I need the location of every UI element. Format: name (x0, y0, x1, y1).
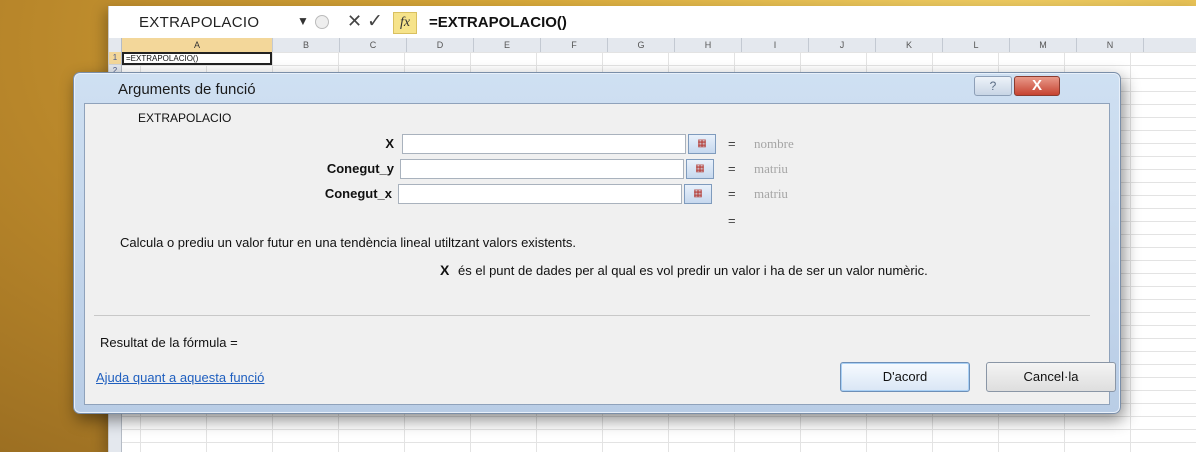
argument-input-known-x[interactable] (398, 184, 682, 204)
column-header[interactable]: E (474, 38, 541, 52)
formula-input[interactable]: =EXTRAPOLACIO() (429, 14, 567, 31)
column-header[interactable]: L (943, 38, 1010, 52)
argument-input-known-y[interactable] (400, 159, 684, 179)
column-headers: A B C D E F G H I J K L M N (109, 38, 1196, 53)
argument-description: és el punt de dades per al qual es vol p… (458, 263, 928, 278)
function-description: Calcula o prediu un valor futur en una t… (120, 235, 576, 250)
equals-sign: = (728, 161, 736, 176)
argument-hint: nombre (754, 136, 794, 151)
check-icon[interactable]: ✓ (367, 10, 383, 33)
dialog-title: Arguments de funció (118, 81, 256, 98)
select-all-corner[interactable] (109, 38, 122, 52)
function-name: EXTRAPOLACIO (138, 111, 232, 125)
divider (94, 315, 1090, 316)
column-header[interactable]: B (273, 38, 340, 52)
formula-result-label: Resultat de la fórmula = (100, 335, 238, 350)
column-header[interactable]: G (608, 38, 675, 52)
column-header[interactable]: I (742, 38, 809, 52)
close-button[interactable]: X (1014, 76, 1060, 96)
equals-sign: = (728, 186, 736, 201)
help-button[interactable]: ? (974, 76, 1012, 96)
column-header[interactable]: F (541, 38, 608, 52)
circle-icon (315, 15, 329, 29)
chevron-down-icon[interactable]: ▼ (297, 14, 309, 28)
result-equals-sign: = (728, 213, 736, 228)
collapse-dialog-icon[interactable]: ▦ (684, 184, 712, 204)
insert-function-button[interactable]: fx (393, 12, 417, 34)
cancel-button[interactable]: Cancel·la (986, 362, 1116, 392)
close-icon[interactable]: ✕ (347, 11, 362, 32)
argument-input-x[interactable] (402, 134, 686, 154)
column-header[interactable]: K (876, 38, 943, 52)
column-header[interactable]: J (809, 38, 876, 52)
collapse-dialog-icon[interactable]: ▦ (686, 159, 714, 179)
column-header[interactable]: D (407, 38, 474, 52)
equals-sign: = (728, 136, 736, 151)
row-header[interactable]: 1 (109, 52, 121, 65)
argument-label-known-x: Conegut_x (324, 186, 392, 201)
argument-label-known-y: Conegut_y (326, 161, 394, 176)
column-header[interactable]: H (675, 38, 742, 52)
argument-label-x: X (385, 136, 394, 151)
column-header[interactable]: M (1010, 38, 1077, 52)
function-arguments-dialog: Arguments de funció ? X EXTRAPOLACIO X ▦… (73, 72, 1121, 414)
column-header[interactable]: C (340, 38, 407, 52)
active-cell[interactable]: =EXTRAPOLACIO() (122, 52, 272, 65)
column-header[interactable]: N (1077, 38, 1144, 52)
ok-button[interactable]: D'acord (840, 362, 970, 392)
help-link[interactable]: Ajuda quant a aquesta funció (96, 370, 264, 385)
argument-description-label: X (440, 262, 450, 278)
argument-hint: matriu (754, 186, 788, 201)
formula-bar: EXTRAPOLACIO ▼ ✕ ✓ fx =EXTRAPOLACIO() (109, 6, 1196, 39)
column-header[interactable]: A (122, 38, 273, 52)
name-box[interactable]: EXTRAPOLACIO (139, 14, 259, 31)
argument-hint: matriu (754, 161, 788, 176)
collapse-dialog-icon[interactable]: ▦ (688, 134, 716, 154)
